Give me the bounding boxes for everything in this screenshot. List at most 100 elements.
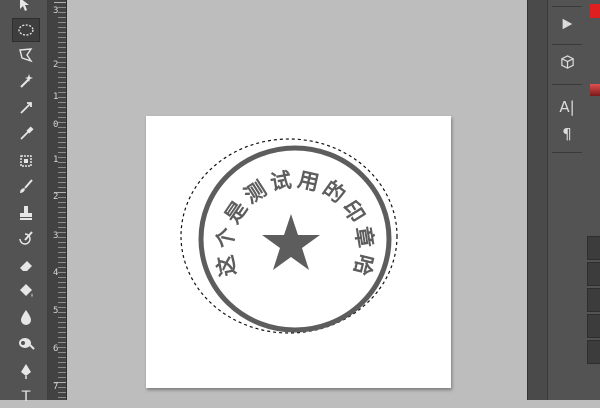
ruler-tick	[58, 212, 66, 213]
ruler-tick	[58, 377, 66, 378]
crop-tool-button[interactable]	[13, 96, 39, 118]
brush-icon	[20, 179, 33, 193]
ruler-tick	[58, 152, 66, 153]
ruler-label: 3	[53, 6, 59, 16]
type-tool-icon: T	[21, 389, 31, 405]
dock-separator	[552, 6, 582, 7]
ruler-tick	[58, 22, 66, 23]
ruler-tick	[58, 87, 66, 88]
seal-stamp: 这个是测试用的印章哈	[180, 138, 398, 334]
paint-bucket-icon	[20, 284, 33, 297]
ruler-tick	[58, 147, 66, 148]
clone-stamp-button[interactable]	[13, 202, 39, 224]
ruler-tick	[58, 57, 66, 58]
ruler-tick	[58, 182, 66, 183]
character-panel-icon: A|	[559, 98, 575, 116]
ruler-label: 1	[53, 155, 59, 165]
ruler-tick	[58, 227, 66, 228]
ruler-tick	[58, 372, 66, 373]
blur-tool-button[interactable]	[13, 306, 39, 328]
dodge-tool-button[interactable]	[13, 332, 39, 354]
magic-wand-button[interactable]	[13, 70, 39, 92]
panel-collapse-strip[interactable]	[527, 0, 548, 400]
ruler-tick	[58, 362, 66, 363]
elliptical-marquee-button[interactable]	[12, 18, 40, 42]
stamp-arc-text: 这个是测试用的印章哈	[212, 167, 378, 282]
eraser-icon	[20, 261, 32, 271]
move-tool-button[interactable]	[13, 0, 39, 16]
ruler-tick	[58, 37, 66, 38]
ruler-tick	[58, 202, 66, 203]
ruler-tick	[58, 102, 66, 103]
panel-cell[interactable]	[587, 340, 600, 364]
ruler-tick	[58, 172, 66, 173]
character-panel-button[interactable]: A|	[556, 97, 578, 117]
3d-panel-button[interactable]	[556, 52, 578, 72]
ruler-tick	[58, 317, 66, 318]
tools-panel: T	[0, 0, 48, 404]
spot-healing-brush-icon	[20, 155, 32, 167]
ruler-tick	[58, 247, 66, 248]
vertical-ruler[interactable]: 3 2 1 0 1 2 3 4 5 6 7	[48, 0, 67, 400]
ruler-tick	[58, 297, 66, 298]
elliptical-marquee-icon	[18, 24, 34, 36]
lasso-tool-button[interactable]	[13, 44, 39, 66]
panel-icon-dock: A| ¶	[547, 0, 587, 400]
history-brush-button[interactable]	[13, 228, 39, 250]
dock-separator	[552, 44, 582, 45]
ruler-tick	[58, 72, 66, 73]
dock-separator	[552, 84, 582, 85]
healing-brush-button[interactable]	[13, 150, 39, 172]
ruler-tick	[58, 167, 66, 168]
ruler-label: 2	[53, 192, 59, 202]
ruler-tick	[58, 77, 66, 78]
ruler-tick	[58, 132, 66, 133]
ruler-label: 4	[53, 268, 59, 278]
right-panel-column	[586, 0, 600, 400]
dock-separator	[552, 152, 582, 153]
ruler-tick	[58, 137, 66, 138]
3d-cube-icon	[560, 54, 574, 69]
type-tool-button[interactable]: T	[13, 386, 39, 408]
foreground-color-swatch[interactable]	[590, 4, 600, 18]
ruler-tick	[58, 17, 66, 18]
polygonal-lasso-icon	[19, 48, 33, 63]
ruler-tick	[58, 282, 66, 283]
panel-cell[interactable]	[587, 314, 600, 338]
ruler-tick	[58, 287, 66, 288]
ruler-tick	[54, 2, 66, 3]
pen-tool-button[interactable]	[13, 360, 39, 382]
ruler-tick	[58, 82, 66, 83]
ruler-tick	[58, 207, 66, 208]
ruler-tick	[58, 322, 66, 323]
ruler-tick	[58, 397, 66, 398]
ruler-tick	[58, 242, 66, 243]
history-brush-icon	[19, 231, 33, 245]
panel-cell[interactable]	[587, 262, 600, 286]
ruler-tick	[58, 257, 66, 258]
paragraph-panel-button[interactable]: ¶	[556, 124, 578, 144]
ruler-label: 7	[53, 382, 59, 392]
ruler-tick	[58, 222, 66, 223]
ruler-tick	[58, 107, 66, 108]
eraser-tool-button[interactable]	[13, 254, 39, 276]
eyedropper-icon	[20, 126, 34, 140]
paint-bucket-button[interactable]	[13, 280, 39, 302]
panel-cell[interactable]	[587, 288, 600, 312]
magic-wand-icon	[20, 74, 33, 88]
ruler-tick	[58, 177, 66, 178]
ruler-tick	[58, 357, 66, 358]
brush-tool-button[interactable]	[13, 176, 39, 198]
document-canvas[interactable]: 这个是测试用的印章哈	[146, 116, 451, 388]
ruler-tick	[58, 117, 66, 118]
workspace[interactable]: 这个是测试用的印章哈	[67, 0, 527, 400]
ruler-label: 1	[53, 92, 59, 102]
eyedropper-button[interactable]	[13, 122, 39, 144]
color-gradient-strip[interactable]	[590, 84, 600, 96]
pen-tool-icon	[21, 364, 31, 379]
ruler-tick	[58, 27, 66, 28]
ruler-tick	[58, 217, 66, 218]
play-actions-button[interactable]	[556, 14, 578, 34]
panel-cell[interactable]	[587, 236, 600, 260]
ruler-tick	[58, 32, 66, 33]
